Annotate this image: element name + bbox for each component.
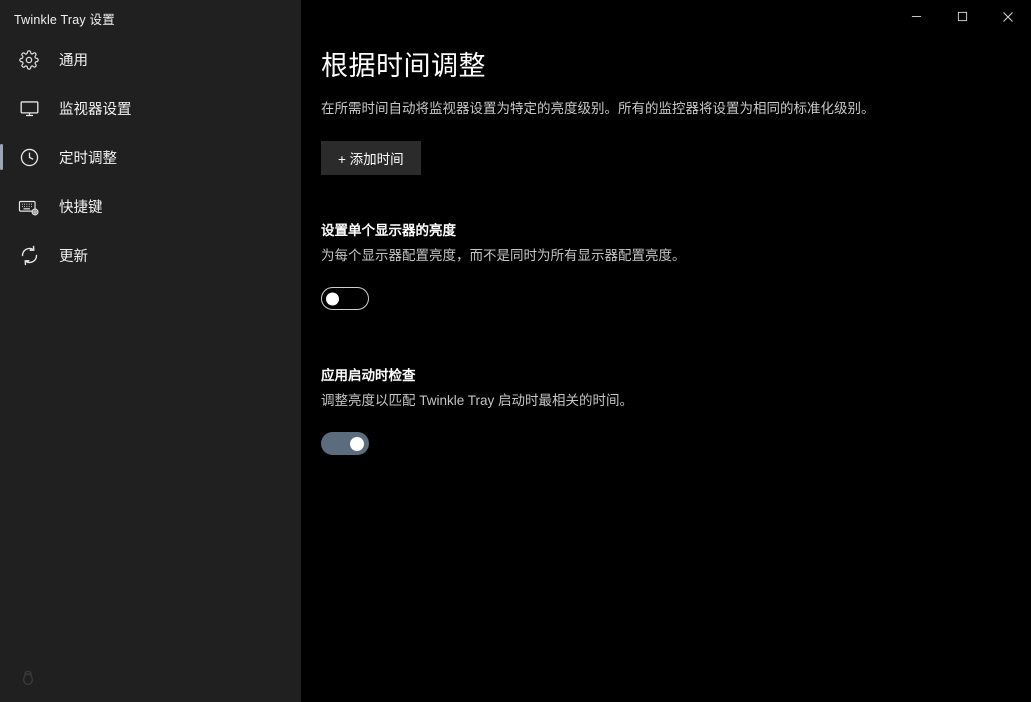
sidebar-item-label: 通用 <box>59 53 88 69</box>
section-title: 应用启动时检查 <box>321 368 416 383</box>
refresh-icon <box>16 243 42 269</box>
sidebar-item-updates[interactable]: 更新 <box>0 231 301 280</box>
section-individual-monitor-brightness: 设置单个显示器的亮度 为每个显示器配置亮度，而不是同时为所有显示器配置亮度。 <box>321 222 1007 310</box>
twinkle-tray-settings-window: Twinkle Tray 设置 通用 监视器设置 定时调整 快捷键 更新 根据时… <box>0 0 1031 702</box>
section-description: 调整亮度以匹配 Twinkle Tray 启动时最相关的时间。 <box>321 393 634 408</box>
toggle-knob <box>326 292 339 305</box>
settings-content: 根据时间调整 在所需时间自动将监视器设置为特定的亮度级别。所有的监控器将设置为相… <box>301 0 1031 702</box>
active-indicator <box>0 144 3 170</box>
sidebar-item-timed-adjustments[interactable]: 定时调整 <box>0 133 301 182</box>
monitor-icon <box>16 96 42 122</box>
sidebar-item-shortcuts[interactable]: 快捷键 <box>0 182 301 231</box>
keyboard-shortcut-icon <box>16 194 42 220</box>
bug-icon[interactable] <box>17 667 39 689</box>
section-description: 为每个显示器配置亮度，而不是同时为所有显示器配置亮度。 <box>321 248 686 263</box>
sidebar-nav: 通用 监视器设置 定时调整 快捷键 更新 <box>0 35 301 280</box>
clock-icon <box>16 145 42 171</box>
toggle-check-on-app-start[interactable] <box>321 432 369 455</box>
section-check-on-app-start: 应用启动时检查 调整亮度以匹配 Twinkle Tray 启动时最相关的时间。 <box>321 367 1007 455</box>
main-panel: 根据时间调整 在所需时间自动将监视器设置为特定的亮度级别。所有的监控器将设置为相… <box>301 0 1031 702</box>
sidebar-item-label: 监视器设置 <box>59 102 132 118</box>
section-title: 设置单个显示器的亮度 <box>321 223 456 238</box>
sidebar-item-monitor-settings[interactable]: 监视器设置 <box>0 84 301 133</box>
toggle-individual-monitor-brightness[interactable] <box>321 287 369 310</box>
sidebar: Twinkle Tray 设置 通用 监视器设置 定时调整 快捷键 更新 <box>0 0 301 702</box>
add-time-button[interactable]: + 添加时间 <box>321 141 421 175</box>
toggle-knob <box>350 436 364 451</box>
page-description: 在所需时间自动将监视器设置为特定的亮度级别。所有的监控器将设置为相同的标准化级别… <box>321 101 875 116</box>
sidebar-item-label: 定时调整 <box>59 151 117 167</box>
sidebar-item-label: 快捷键 <box>59 200 103 216</box>
window-title: Twinkle Tray 设置 <box>14 13 115 27</box>
gear-icon <box>16 47 42 73</box>
page-title: 根据时间调整 <box>321 51 486 81</box>
sidebar-item-label: 更新 <box>59 249 88 265</box>
sidebar-item-general[interactable]: 通用 <box>0 35 301 84</box>
